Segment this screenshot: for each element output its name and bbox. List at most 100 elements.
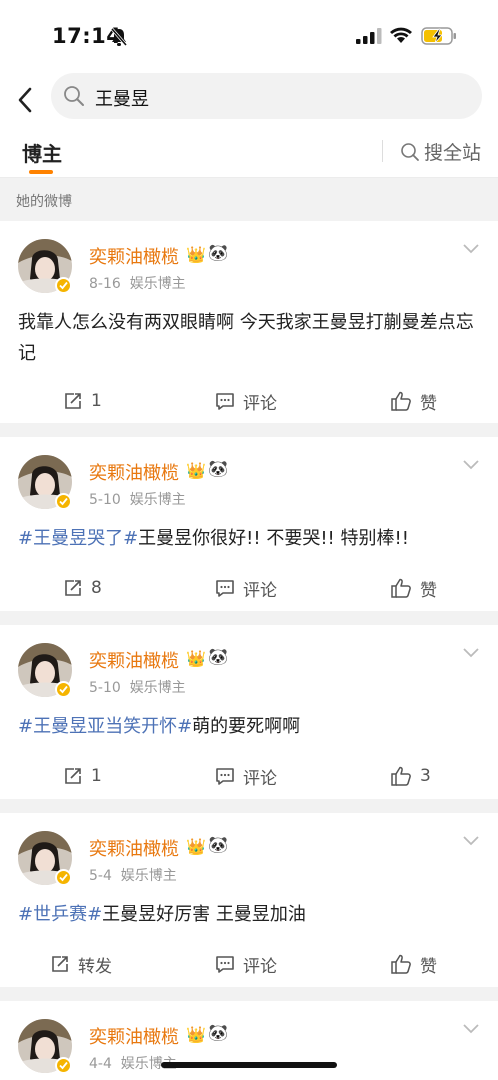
comment-label: 评论	[243, 580, 277, 601]
bell-off-icon	[110, 28, 128, 46]
post-source: 娱乐博主	[129, 492, 186, 508]
chevron-down-icon[interactable]	[462, 1023, 480, 1035]
repost-label: 转发	[78, 956, 112, 977]
post-meta: 5-10 娱乐博主	[89, 489, 186, 509]
post-actions: 1 评论 赞	[0, 381, 498, 421]
comment-icon	[216, 768, 234, 785]
section-label-text: 她的微博	[16, 194, 72, 210]
panda-emoji-icon: 🐼	[208, 243, 228, 262]
repost-button[interactable]: 1	[63, 381, 102, 421]
home-indicator[interactable]	[161, 1062, 337, 1068]
comment-button[interactable]: 评论	[215, 756, 277, 796]
username[interactable]: 奕颗油橄榄	[89, 835, 179, 861]
repost-button[interactable]: 转发	[50, 944, 112, 984]
verified-badge-icon	[55, 277, 72, 294]
post-text: #王曼昱亚当笑开怀#萌的要死啊啊	[18, 716, 301, 737]
comment-icon	[216, 580, 234, 597]
tab-divider	[382, 140, 383, 162]
crown-badge-icon: 👑	[186, 461, 206, 480]
post-date: 8-16	[89, 276, 121, 292]
comment-label: 评论	[243, 956, 277, 977]
tab-search-all-label: 搜全站	[424, 142, 482, 164]
comment-button[interactable]: 评论	[215, 944, 277, 984]
thumbs-up-icon	[391, 954, 411, 974]
weibo-search-page: 17:14 王曼昱 博主 搜全站 她的微博 奕颗油橄榄 👑 🐼 8-16 娱乐博…	[0, 0, 498, 1080]
username[interactable]: 奕颗油橄榄	[89, 459, 179, 485]
thumbs-up-icon	[391, 578, 411, 598]
chevron-down-icon[interactable]	[462, 835, 480, 847]
post-date: 5-4	[89, 868, 112, 884]
tab-bar: 博主 搜全站	[0, 128, 498, 178]
post-card[interactable]: 奕颗油橄榄 👑 🐼 5-10 娱乐博主 #王曼昱哭了#王曼昱你很好!! 不要哭!…	[0, 437, 498, 611]
post-card[interactable]: 奕颗油橄榄 👑 🐼 8-16 娱乐博主 我靠人怎么没有两双眼睛啊 今天我家王曼昱…	[0, 221, 498, 423]
tab-blogger[interactable]: 博主	[22, 138, 62, 167]
post-card[interactable]: 奕颗油橄榄 👑 🐼 5-4 娱乐博主 #世乒赛#王曼昱好厉害 王曼昱加油 转发	[0, 813, 498, 987]
post-card[interactable]: 奕颗油橄榄 👑 🐼 5-10 娱乐博主 #王曼昱亚当笑开怀#萌的要死啊啊 1 评…	[0, 625, 498, 799]
search-input[interactable]: 王曼昱	[51, 73, 482, 119]
repost-count: 1	[91, 391, 102, 411]
verified-badge-icon	[55, 493, 72, 510]
comment-label: 评论	[243, 393, 277, 414]
verified-badge-icon	[55, 681, 72, 698]
post-source: 娱乐博主	[129, 680, 186, 696]
chevron-down-icon[interactable]	[462, 647, 480, 659]
crown-badge-icon: 👑	[186, 1025, 206, 1044]
like-count: 赞	[420, 393, 437, 414]
comment-icon	[216, 393, 234, 410]
search-query-text: 王曼昱	[95, 89, 149, 110]
post-source: 娱乐博主	[120, 868, 177, 884]
comment-button[interactable]: 评论	[215, 381, 277, 421]
like-button[interactable]: 赞	[390, 944, 437, 984]
active-tab-indicator	[29, 170, 53, 174]
section-label: 她的微博	[0, 179, 498, 221]
comment-label: 评论	[243, 768, 277, 789]
tab-search-all[interactable]: 搜全站	[400, 138, 481, 165]
like-count: 赞	[420, 956, 437, 977]
search-icon	[64, 86, 84, 106]
thumbs-up-icon	[391, 766, 411, 786]
chevron-down-icon[interactable]	[462, 459, 480, 471]
post-text: 我靠人怎么没有两双眼睛啊 今天我家王曼昱打蒯曼差点忘记	[18, 312, 474, 364]
back-button[interactable]	[10, 78, 40, 122]
repost-button[interactable]: 8	[63, 568, 102, 608]
crown-badge-icon: 👑	[186, 649, 206, 668]
post-date: 5-10	[89, 492, 121, 508]
repost-icon	[65, 393, 81, 409]
hashtag-link[interactable]: #世乒赛#	[18, 904, 102, 925]
post-text: #世乒赛#王曼昱好厉害 王曼昱加油	[18, 904, 306, 925]
cellular-signal-icon	[356, 28, 382, 44]
repost-icon	[65, 580, 81, 596]
repost-count: 8	[91, 578, 102, 598]
hashtag-link[interactable]: #王曼昱亚当笑开怀#	[18, 716, 192, 737]
comment-icon	[216, 956, 234, 973]
like-button[interactable]: 赞	[390, 568, 437, 608]
panda-emoji-icon: 🐼	[208, 647, 228, 666]
username[interactable]: 奕颗油橄榄	[89, 243, 179, 269]
post-actions: 转发 评论 赞	[0, 944, 498, 984]
verified-badge-icon	[55, 869, 72, 886]
hashtag-link[interactable]: #王曼昱哭了#	[18, 528, 138, 549]
like-count: 赞	[420, 580, 437, 601]
post-actions: 1 评论 3	[0, 756, 498, 796]
wifi-icon	[390, 27, 412, 43]
status-bar: 17:14	[0, 0, 498, 72]
verified-badge-icon	[55, 1057, 72, 1074]
repost-icon	[52, 956, 68, 972]
comment-button[interactable]: 评论	[215, 568, 277, 608]
repost-count: 1	[91, 766, 102, 786]
panda-emoji-icon: 🐼	[208, 1023, 228, 1042]
like-button[interactable]: 3	[390, 756, 431, 796]
post-source: 娱乐博主	[129, 276, 186, 292]
post-meta: 5-4 娱乐博主	[89, 865, 177, 885]
username[interactable]: 奕颗油橄榄	[89, 1023, 179, 1049]
username[interactable]: 奕颗油橄榄	[89, 647, 179, 673]
repost-icon	[65, 768, 81, 784]
post-card[interactable]: 奕颗油橄榄 👑 🐼 4-4 娱乐博主	[0, 1001, 498, 1080]
search-icon	[401, 142, 419, 161]
like-count: 3	[420, 766, 431, 786]
panda-emoji-icon: 🐼	[208, 835, 228, 854]
chevron-down-icon[interactable]	[462, 243, 480, 255]
search-header: 王曼昱	[0, 72, 498, 128]
like-button[interactable]: 赞	[390, 381, 437, 421]
repost-button[interactable]: 1	[63, 756, 102, 796]
